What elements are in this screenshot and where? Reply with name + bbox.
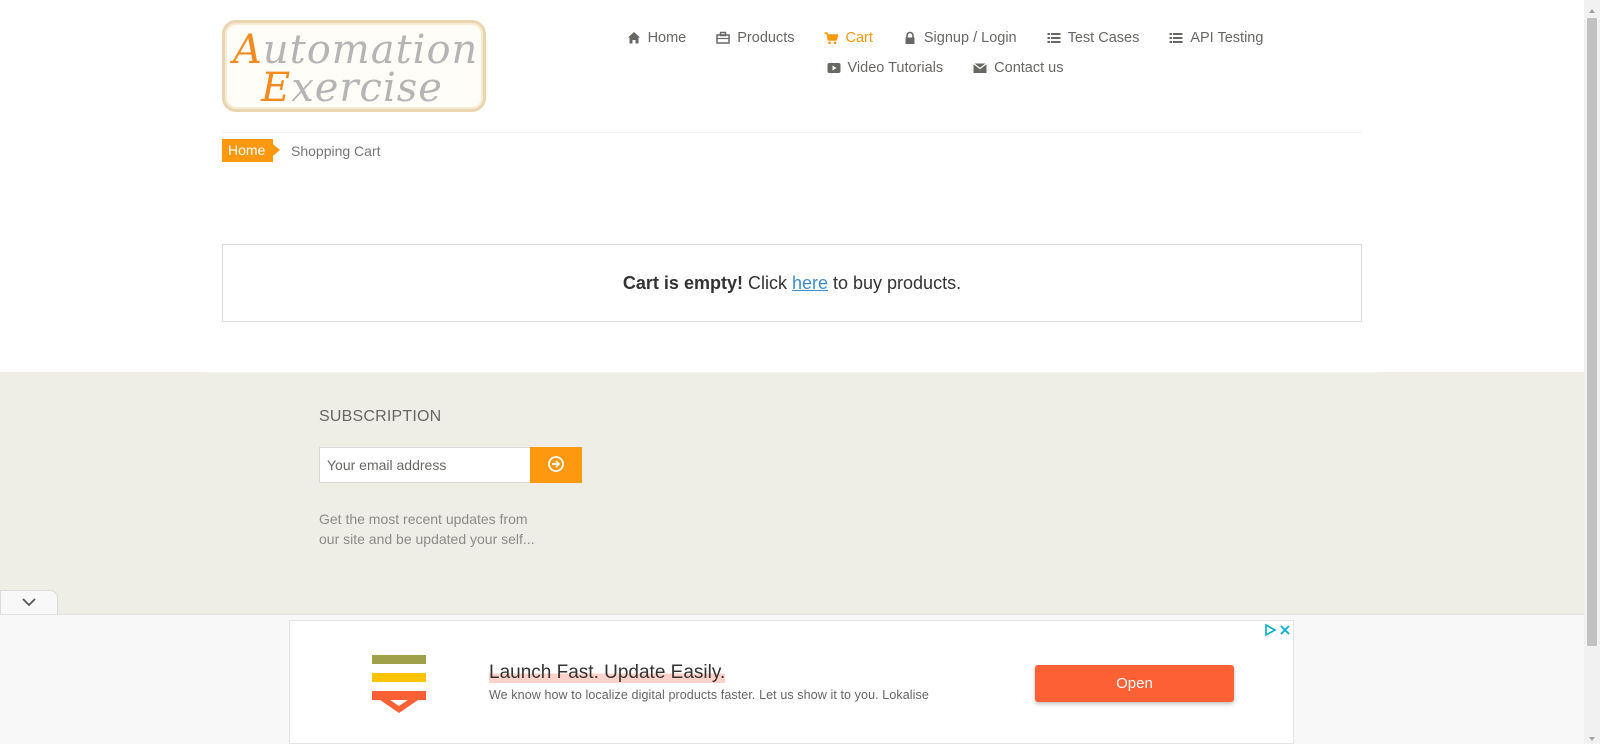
lock-icon [903,31,917,45]
nav-products-label: Products [737,30,795,46]
lokalise-logo-icon [372,653,426,715]
products-icon [716,31,730,45]
ad-description: We know how to localize digital products… [489,688,929,702]
ad-banner[interactable]: Launch Fast. Update Easily. We know how … [289,620,1294,744]
nav-cart-label: Cart [845,30,873,46]
arrow-circle-right-icon [548,455,564,475]
scroll-up-arrow-icon[interactable] [1587,3,1597,13]
nav-row-2: Video Tutorials Contact us [620,58,1270,78]
ad-open-button[interactable]: Open [1035,665,1234,702]
breadcrumb-home[interactable]: Home [222,139,281,162]
scroll-down-arrow-icon[interactable] [1587,731,1597,741]
nav-home[interactable]: Home [627,28,687,48]
nav-row-1: Home Products Cart Signup / Login Test C… [620,28,1270,48]
subscription-title: SUBSCRIPTION [319,408,442,425]
nav-cart[interactable]: Cart [824,28,873,48]
header-divider [222,132,1362,133]
nav-api-testing-label: API Testing [1190,30,1264,46]
ad-close-icon[interactable] [1278,623,1292,637]
envelope-icon [973,61,988,75]
home-icon [627,31,641,45]
buy-products-link[interactable]: here [792,273,828,294]
subscription-email-input[interactable] [319,447,531,483]
nav-api-testing[interactable]: API Testing [1169,28,1263,48]
nav-contact-us[interactable]: Contact us [973,58,1063,78]
subscription-description: Get the most recent updates from our sit… [319,511,535,547]
page: Automation Exercise Home Products Cart S… [0,0,1600,744]
list-icon [1169,31,1183,45]
list-icon [1047,31,1061,45]
breadcrumb-current: Shopping Cart [291,143,381,159]
empty-cart-bold: Cart is empty! [622,272,743,293]
scrollbar-thumb[interactable] [1587,18,1597,646]
footer-edge [207,372,1377,373]
nav-test-cases[interactable]: Test Cases [1047,28,1140,48]
empty-cart-click: Click [747,272,787,293]
nav-signup-label: Signup / Login [923,30,1017,46]
nav-contact-label: Contact us [994,60,1064,76]
adchoices-icon[interactable] [1263,623,1277,637]
nav-video-label: Video Tutorials [847,60,944,76]
nav-video-tutorials[interactable]: Video Tutorials [827,58,944,78]
nav-signup-login[interactable]: Signup / Login [903,28,1017,48]
youtube-icon [827,61,841,75]
footer [0,372,1584,624]
ad-collapse-toggle[interactable] [0,590,58,615]
empty-cart-after: to buy products. [833,272,962,293]
logo-line-2: Exercise [261,65,443,111]
site-logo[interactable]: Automation Exercise [222,20,486,112]
chevron-down-icon [21,594,37,612]
main-nav: Home Products Cart Signup / Login Test C… [620,28,1270,88]
ad-title: Launch Fast. Update Easily. [489,662,726,683]
nav-products[interactable]: Products [716,28,794,48]
nav-home-label: Home [647,30,687,46]
subscribe-button[interactable] [530,447,582,483]
nav-test-cases-label: Test Cases [1067,30,1140,46]
empty-cart-message: Cart is empty! Click here to buy product… [222,244,1362,322]
cart-icon [824,31,840,45]
